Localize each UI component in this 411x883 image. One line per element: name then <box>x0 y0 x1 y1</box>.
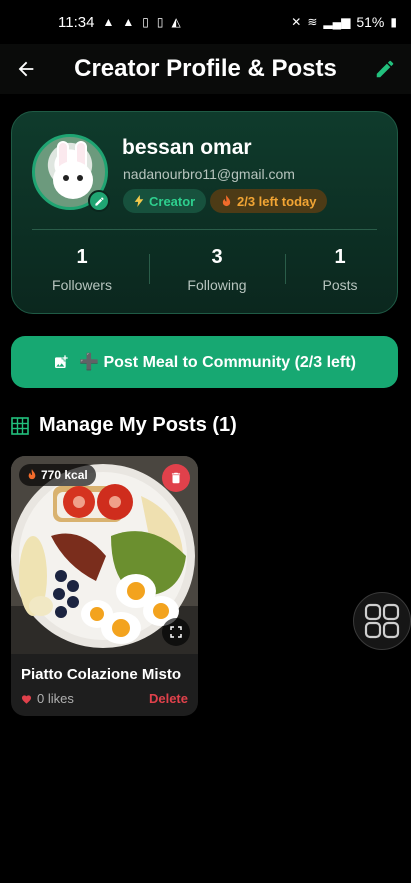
battery-icon: ▮ <box>390 15 397 29</box>
heart-icon <box>21 694 32 704</box>
page-title: Creator Profile & Posts <box>74 55 337 82</box>
stat-posts[interactable]: 1 Posts <box>280 246 400 293</box>
edit-button[interactable] <box>371 55 399 83</box>
expand-image-button[interactable] <box>162 618 190 646</box>
image-icon: ◭ <box>171 15 181 29</box>
profile-email: nadanourbro11@gmail.com <box>123 166 295 182</box>
stat-value: 1 <box>76 246 88 268</box>
mute-icon: ✕ <box>291 15 302 29</box>
stat-separator <box>149 254 150 284</box>
creator-badge: Creator <box>123 189 207 213</box>
post-footer: 0 likes Delete <box>21 691 188 706</box>
fire-icon <box>222 194 231 206</box>
warning-icon: ▲ <box>102 15 115 29</box>
edit-pencil-icon <box>376 60 394 78</box>
battery-level: 51% <box>356 14 385 30</box>
warning-icon: ▲ <box>122 15 135 29</box>
grid-icon <box>11 416 29 435</box>
avatar-container[interactable] <box>32 134 110 212</box>
profile-name: bessan omar <box>122 136 252 159</box>
back-button[interactable] <box>12 55 40 83</box>
posts-left-badge: 2/3 left today <box>210 189 328 213</box>
wifi-icon: ≋ <box>307 15 318 29</box>
likes-label: 0 likes <box>37 691 74 706</box>
back-arrow-icon <box>18 61 34 77</box>
stat-label: Following <box>187 277 247 293</box>
trash-icon <box>171 472 181 484</box>
stat-followers[interactable]: 1 Followers <box>22 246 142 293</box>
profile-card: bessan omar nadanourbro11@gmail.com Crea… <box>11 111 398 314</box>
signal-icon: ▂▄▆ <box>323 15 351 29</box>
app-bar: Creator Profile & Posts <box>0 44 411 94</box>
calories-label: 770 kcal <box>41 468 88 482</box>
avatar-eye <box>63 175 69 181</box>
section-title: Manage My Posts (1) <box>39 414 237 436</box>
avatar-eye <box>77 175 83 181</box>
expand-icon <box>170 626 182 638</box>
phone-icon: ▯ <box>156 15 164 29</box>
stat-label: Followers <box>52 277 112 293</box>
avatar-edit-button[interactable] <box>88 190 110 212</box>
post-card[interactable]: 770 kcal Piatto Colazione Misto 0 likes … <box>11 456 198 716</box>
avatar-face <box>53 161 93 199</box>
stat-value: 1 <box>334 246 346 268</box>
delete-post-button[interactable]: Delete <box>149 691 188 706</box>
post-image[interactable]: 770 kcal <box>11 456 198 654</box>
stat-label: Posts <box>322 277 358 293</box>
post-meal-label: ➕ Post Meal to Community (2/3 left) <box>79 354 356 371</box>
edit-pencil-icon <box>94 196 104 206</box>
apps-grid-icon <box>364 603 400 639</box>
stat-value: 3 <box>211 246 223 268</box>
section-header: Manage My Posts (1) <box>11 414 237 437</box>
divider <box>32 229 377 230</box>
status-bar: 11:34 ▲ ▲ ▯ ▯ ◭ ✕ ≋ ▂▄▆ 51% ▮ <box>0 0 411 44</box>
likes-count[interactable]: 0 likes <box>21 691 74 706</box>
post-title: Piatto Colazione Misto <box>21 666 182 683</box>
delete-post-icon-button[interactable] <box>162 464 190 492</box>
creator-badge-label: Creator <box>149 193 196 209</box>
stat-following[interactable]: 3 Following <box>157 246 277 293</box>
phone-icon: ▯ <box>142 15 149 29</box>
calories-badge: 770 kcal <box>19 464 96 486</box>
posts-left-label: 2/3 left today <box>237 193 317 209</box>
bolt-icon <box>134 195 144 207</box>
fire-icon <box>28 469 36 480</box>
post-meal-button[interactable]: ➕ Post Meal to Community (2/3 left) <box>11 336 398 388</box>
add-photo-icon <box>55 355 68 368</box>
status-time: 11:34 <box>58 13 95 31</box>
floating-apps-button[interactable] <box>353 592 411 650</box>
